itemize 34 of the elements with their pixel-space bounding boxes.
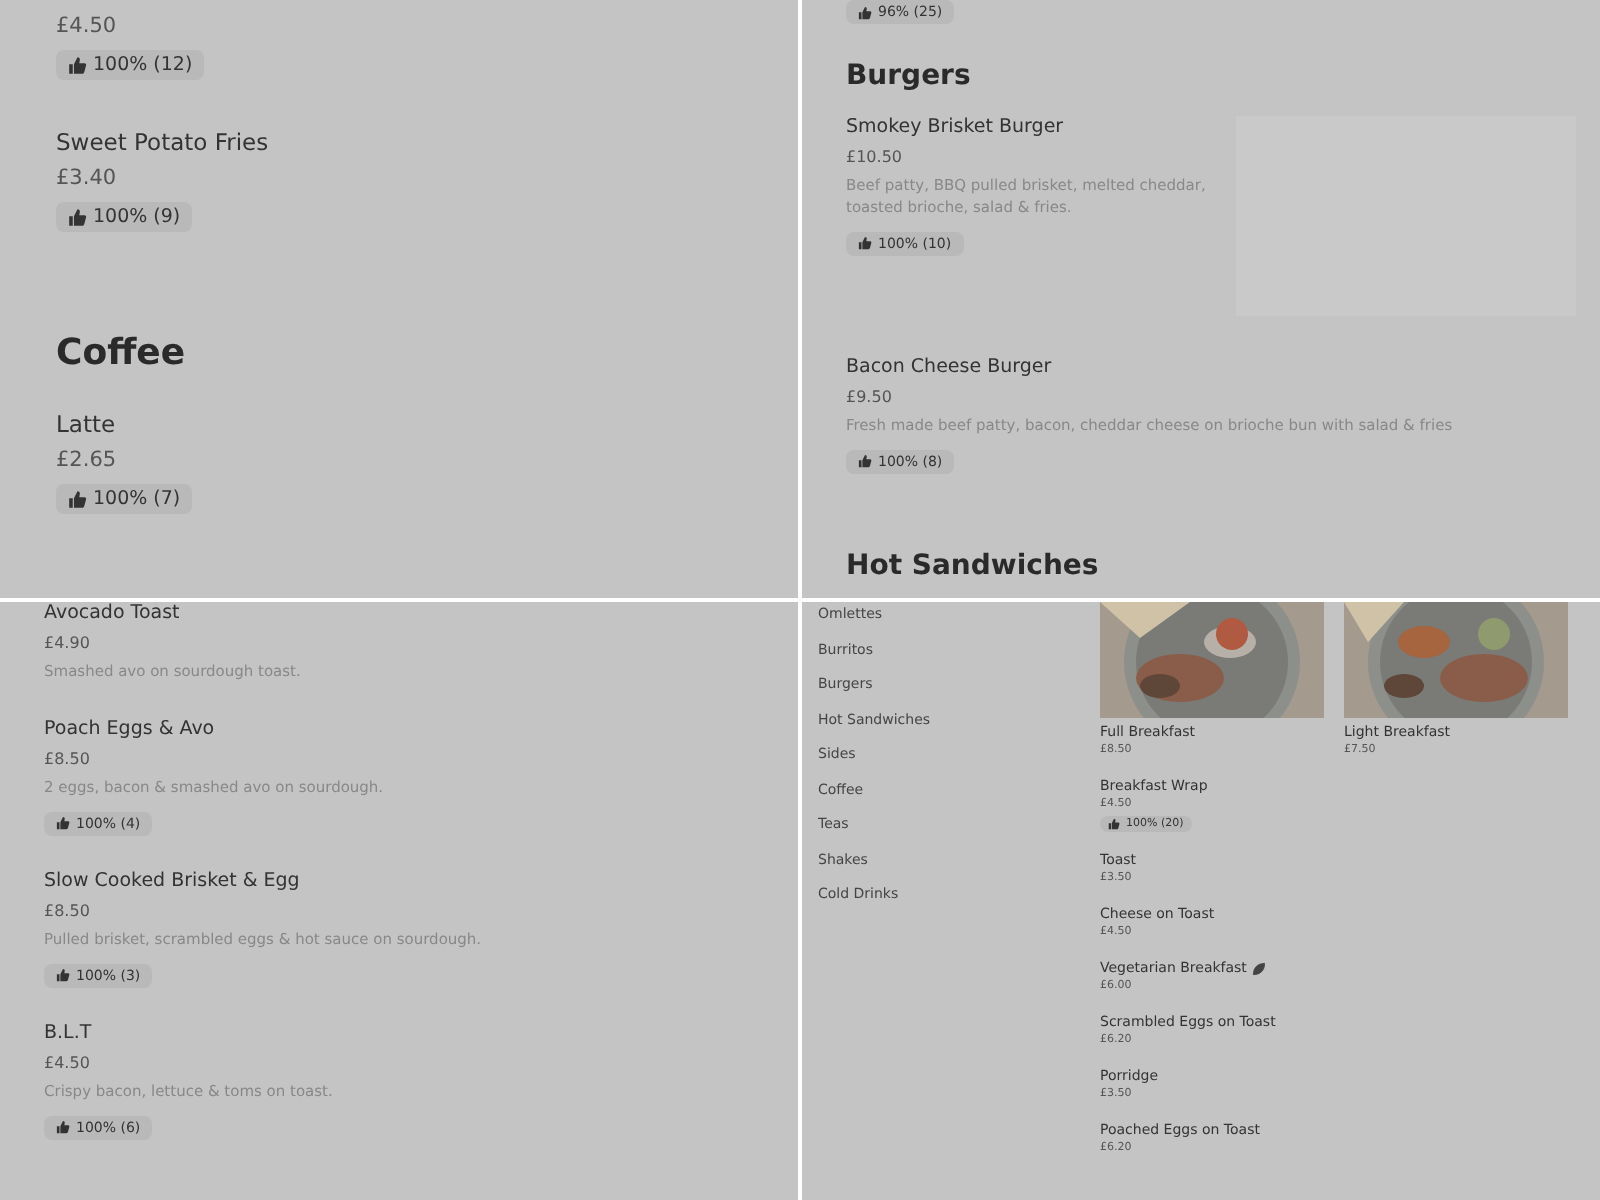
- item-price: £8.50: [44, 901, 92, 920]
- item-price: £4.90: [44, 634, 92, 652]
- section-heading: Hot Sandwiches: [846, 549, 1101, 582]
- thumbs-up-icon: [56, 816, 70, 831]
- section-heading: Coffee: [56, 332, 188, 374]
- leaf-icon: [1252, 961, 1267, 975]
- item-name[interactable]: Smokey Brisket Burger: [846, 116, 1216, 138]
- item-name[interactable]: B.L.T: [44, 1021, 754, 1044]
- thumbs-up-icon: [68, 207, 87, 227]
- item-name[interactable]: Bacon Cheese Burger: [846, 356, 1556, 378]
- item-name[interactable]: Avocado Toast: [44, 602, 754, 624]
- thumbs-up-icon: [68, 489, 87, 509]
- item-price: £3.40: [56, 166, 119, 190]
- thumbs-up-icon: [1108, 818, 1120, 830]
- thumbs-up-icon: [858, 454, 872, 469]
- item-name[interactable]: Latte: [56, 410, 742, 438]
- item-name[interactable]: Poach Eggs & Avo: [44, 717, 754, 740]
- item-price: £9.50: [846, 388, 894, 406]
- item-price: £4.50: [44, 1053, 92, 1072]
- thumbs-up-icon: [56, 968, 70, 983]
- rating-badge: 100% (9): [56, 202, 193, 232]
- thumbs-up-icon: [68, 55, 87, 75]
- item-price: £4.50: [56, 14, 119, 38]
- item-price: £8.50: [44, 749, 92, 768]
- section-heading: Burgers: [846, 60, 973, 92]
- item-name[interactable]: Sweet Potato Fries: [56, 128, 742, 156]
- rating-badge: 100% (12): [56, 50, 205, 80]
- thumbs-up-icon: [858, 236, 872, 251]
- thumbs-up-icon: [56, 1120, 70, 1134]
- item-name[interactable]: Slow Cooked Brisket & Egg: [44, 869, 754, 892]
- rating-badge: 100% (7): [56, 484, 193, 514]
- item-price: £2.65: [56, 448, 119, 472]
- item-price: £10.50: [846, 148, 904, 166]
- thumbs-up-icon: [858, 5, 872, 19]
